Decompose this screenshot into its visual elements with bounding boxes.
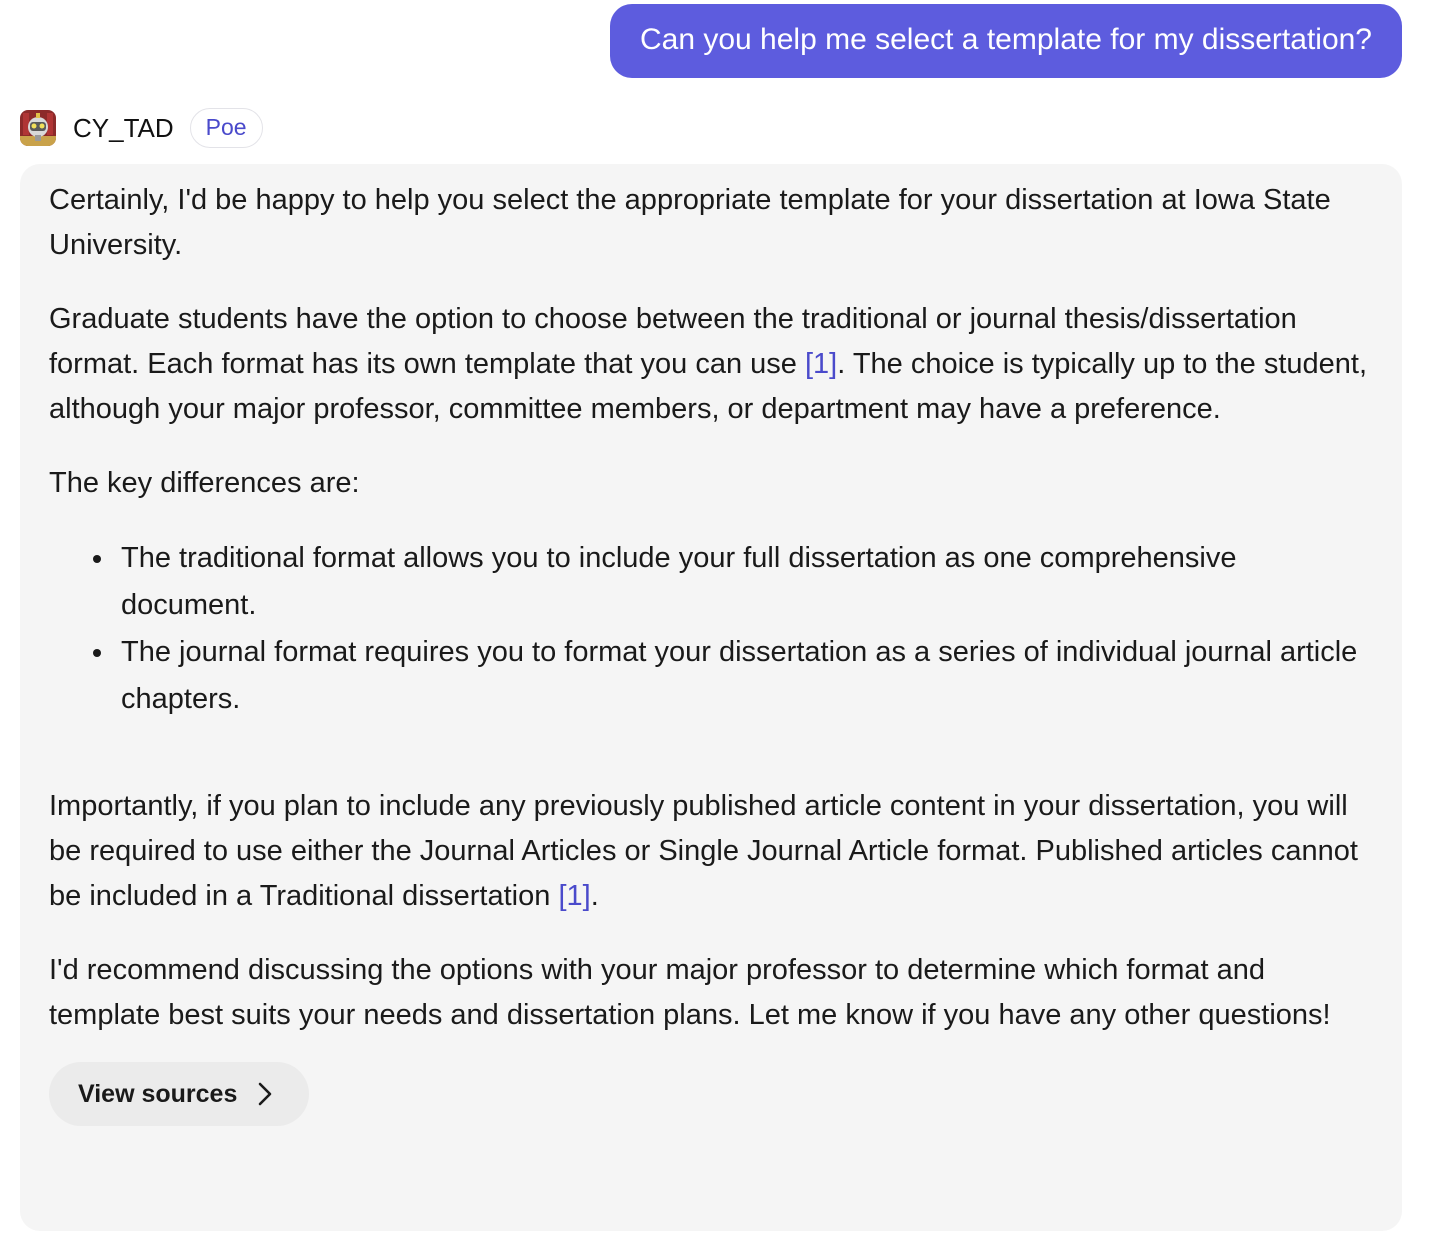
response-text: . bbox=[590, 880, 599, 912]
user-message-bubble: Can you help me select a template for my… bbox=[609, 4, 1402, 78]
user-message-text: Can you help me select a template for my… bbox=[639, 23, 1372, 56]
chevron-right-icon bbox=[257, 1081, 273, 1107]
response-paragraph-3: The key differences are: bbox=[49, 467, 360, 499]
list-item-text: The traditional format allows you to inc… bbox=[121, 542, 1237, 621]
response-paragraph-1: Certainly, I'd be happy to help you sele… bbox=[49, 184, 1331, 261]
robot-mascot-icon[interactable] bbox=[20, 110, 56, 146]
list-item: The traditional format allows you to inc… bbox=[93, 535, 1372, 629]
view-sources-button[interactable]: View sources bbox=[49, 1062, 310, 1126]
bot-message-bubble: Certainly, I'd be happy to help you sele… bbox=[20, 164, 1402, 1231]
bot-name[interactable]: CY_TAD bbox=[73, 113, 174, 144]
bullet-icon bbox=[93, 649, 101, 657]
citation-link[interactable]: [1] bbox=[805, 348, 837, 380]
list-item-text: The journal format requires you to forma… bbox=[121, 636, 1358, 715]
user-message-row: Can you help me select a template for my… bbox=[609, 4, 1402, 78]
platform-badge: Poe bbox=[189, 108, 263, 148]
bullet-icon bbox=[93, 555, 101, 563]
response-paragraph-5: I'd recommend discussing the options wit… bbox=[49, 954, 1331, 1031]
citation-link[interactable]: [1] bbox=[558, 880, 590, 912]
chat-page: Can you help me select a template for my… bbox=[0, 0, 1433, 1237]
list-item: The journal format requires you to forma… bbox=[93, 629, 1372, 723]
view-sources-label: View sources bbox=[78, 1079, 238, 1108]
response-text: Importantly, if you plan to include any … bbox=[49, 790, 1358, 912]
response-paragraph-2: Graduate students have the option to cho… bbox=[49, 297, 1372, 432]
response-paragraph-4: Importantly, if you plan to include any … bbox=[49, 784, 1372, 919]
bot-header: CY_TAD Poe bbox=[20, 108, 263, 148]
differences-list: The traditional format allows you to inc… bbox=[49, 535, 1372, 723]
